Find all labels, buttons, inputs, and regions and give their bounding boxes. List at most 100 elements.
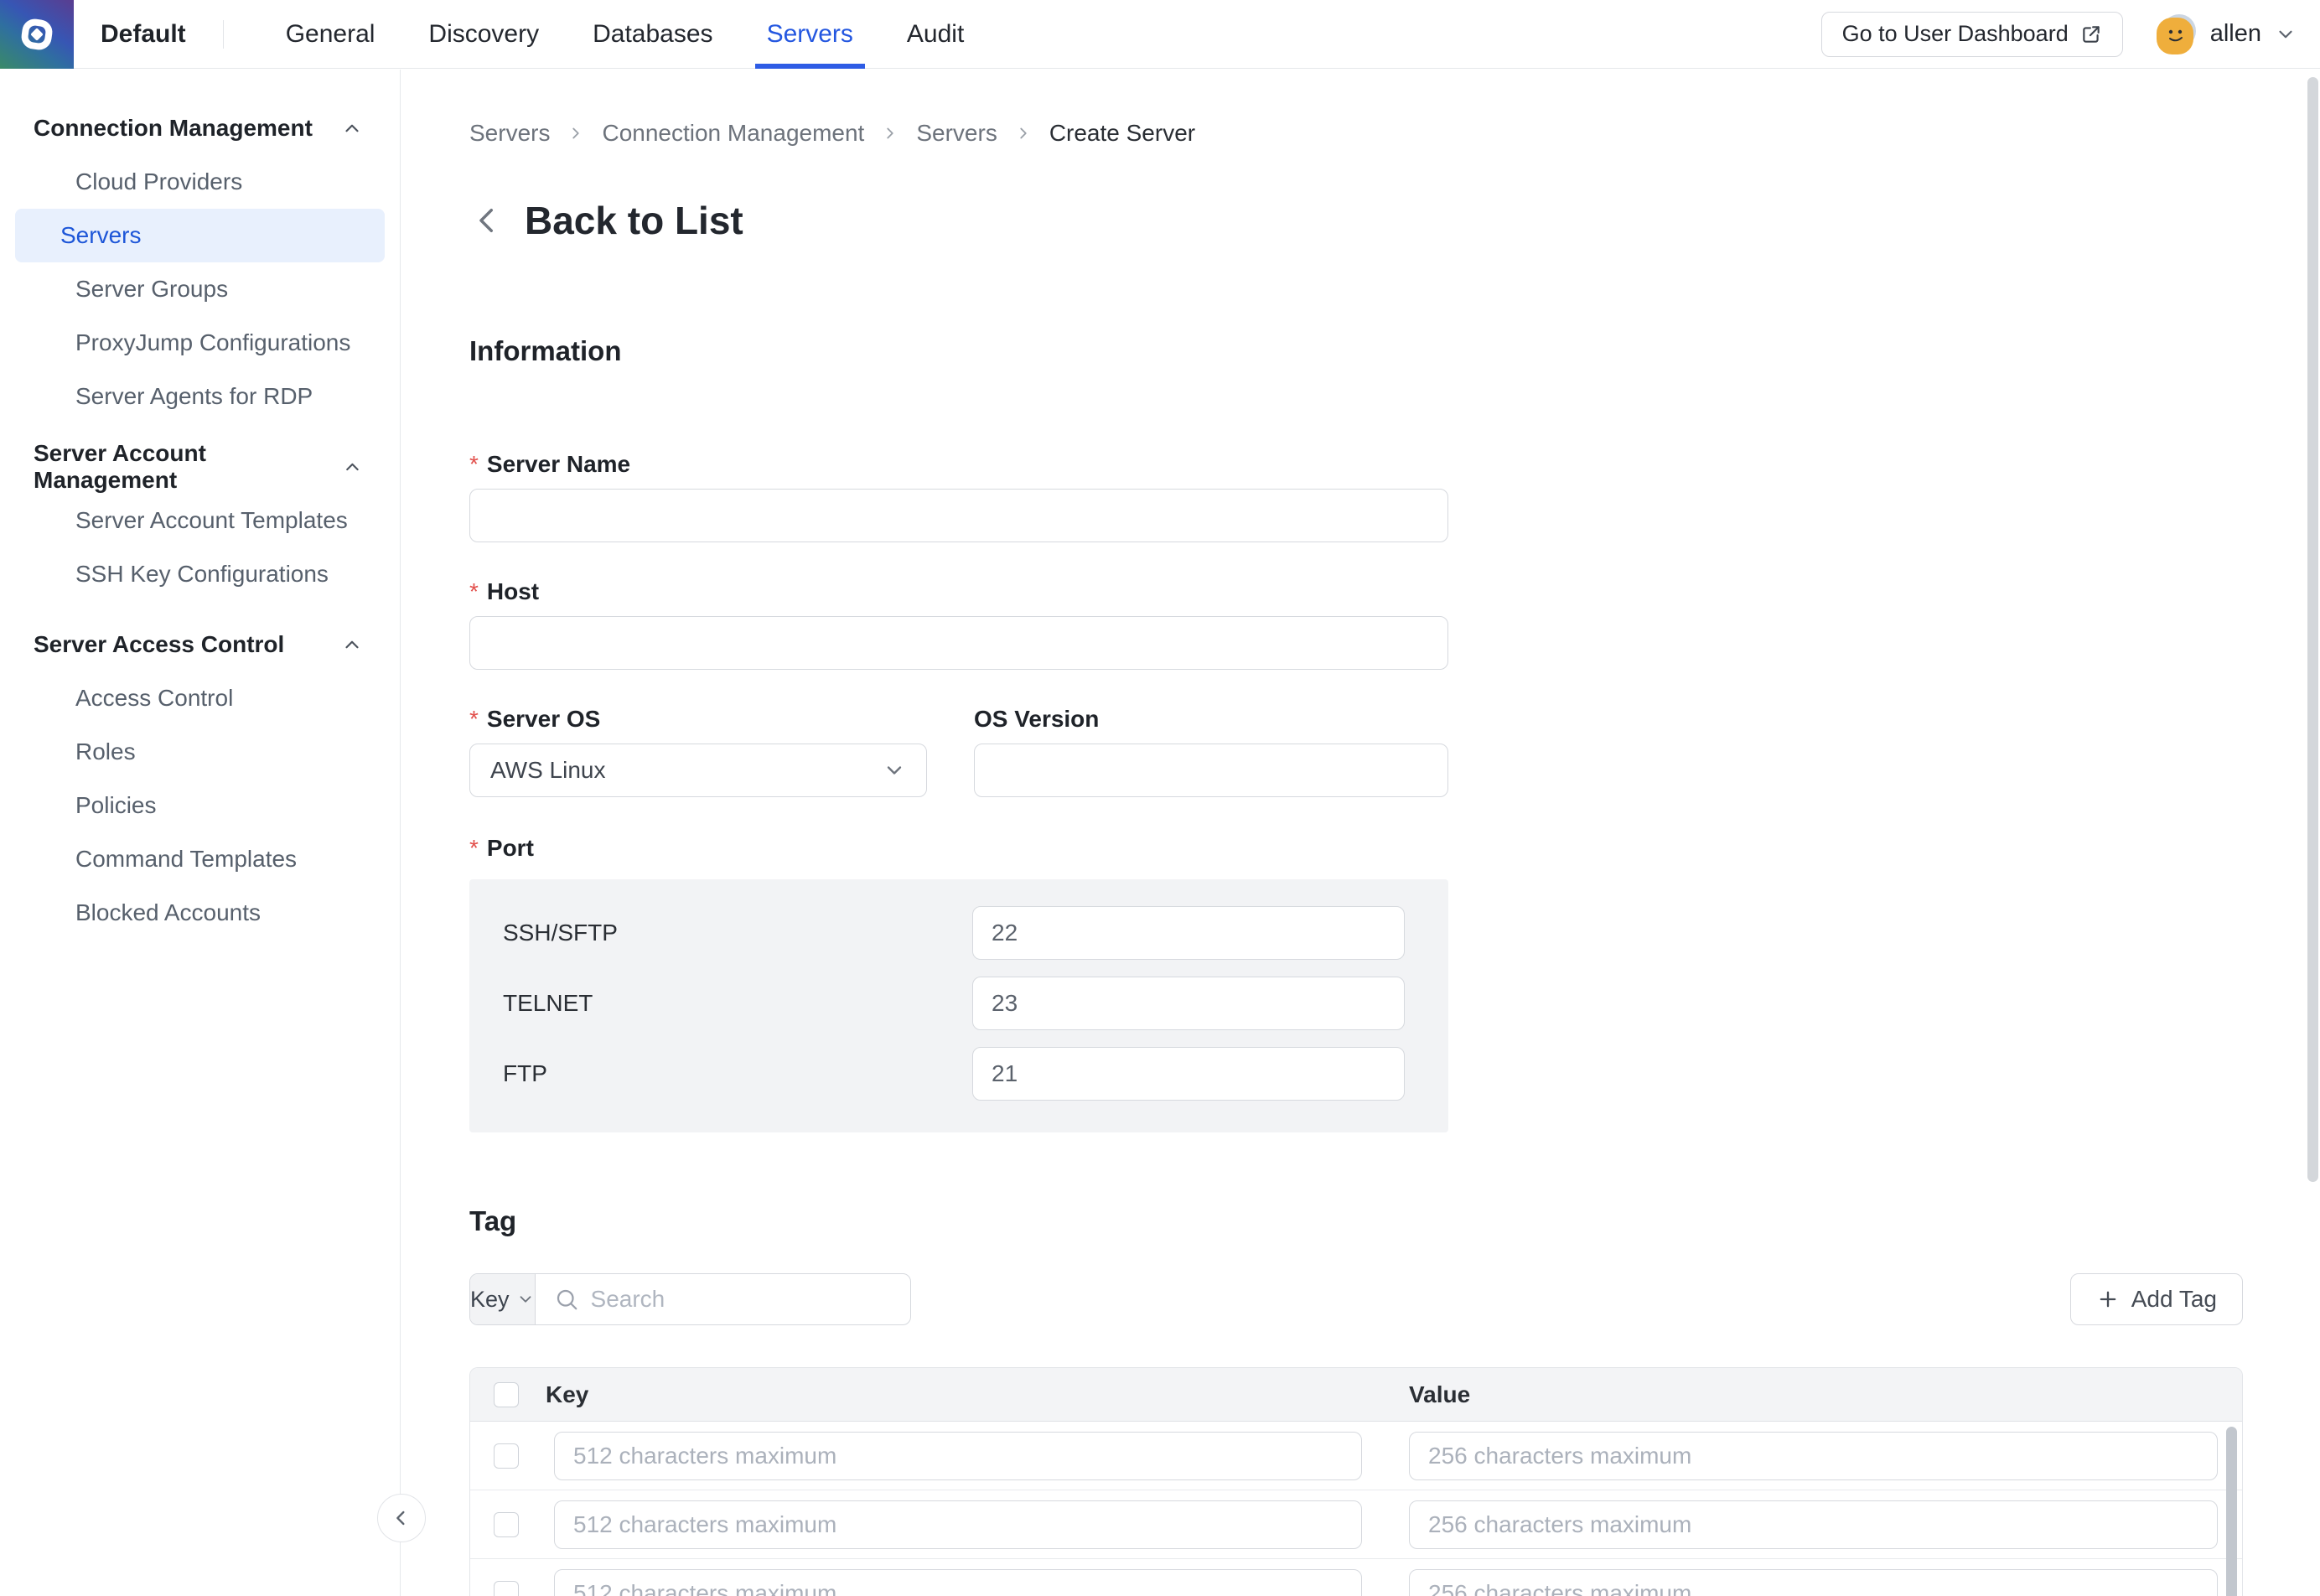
- required-marker: *: [469, 834, 479, 863]
- telnet-port-input[interactable]: [972, 977, 1405, 1030]
- sidebar-item-servers[interactable]: Servers: [15, 209, 385, 262]
- tag-value-input[interactable]: [1409, 1500, 2218, 1549]
- app-logo[interactable]: [0, 0, 74, 69]
- table-scrollbar[interactable]: [2226, 1427, 2237, 1596]
- sidebar-item-access-control[interactable]: Access Control: [15, 671, 385, 725]
- server-name-input[interactable]: [469, 489, 1448, 542]
- chevron-right-icon: [567, 124, 585, 142]
- sidebar-section-header-connection-management[interactable]: Connection Management: [0, 108, 400, 148]
- filter-field-dropdown[interactable]: Key: [470, 1274, 536, 1324]
- sidebar-collapse-button[interactable]: [377, 1494, 426, 1542]
- user-menu[interactable]: allen: [2157, 14, 2297, 54]
- ftp-port-input[interactable]: [972, 1047, 1405, 1101]
- tag-key-input[interactable]: [554, 1432, 1362, 1480]
- tab-servers[interactable]: Servers: [740, 0, 880, 69]
- os-row: * Server OS AWS Linux OS Version: [469, 705, 2243, 797]
- row-checkbox[interactable]: [494, 1443, 519, 1469]
- breadcrumb: Servers Connection Management Servers Cr…: [469, 120, 2243, 147]
- sidebar-item-ssh-key-configurations[interactable]: SSH Key Configurations: [15, 547, 385, 601]
- breadcrumb-create-server: Create Server: [1049, 120, 1195, 147]
- server-name-label: * Server Name: [469, 450, 2243, 479]
- port-row-ftp: FTP: [469, 1047, 1448, 1101]
- port-row-ssh-sftp: SSH/SFTP: [469, 906, 1448, 960]
- port-row-telnet: TELNET: [469, 977, 1448, 1030]
- plus-icon: [2096, 1288, 2120, 1311]
- os-version-input[interactable]: [974, 744, 1448, 797]
- go-to-user-dashboard-button[interactable]: Go to User Dashboard: [1821, 12, 2123, 57]
- tab-discovery[interactable]: Discovery: [401, 0, 566, 69]
- ftp-label: FTP: [469, 1060, 972, 1087]
- required-marker: *: [469, 578, 479, 606]
- chevron-down-icon: [516, 1290, 535, 1308]
- chevron-down-icon: [883, 759, 906, 782]
- row-checkbox[interactable]: [494, 1581, 519, 1596]
- tab-databases[interactable]: Databases: [566, 0, 739, 69]
- page-scrollbar[interactable]: [2307, 77, 2318, 1182]
- tag-toolbar: Key Add Tag: [469, 1273, 2243, 1325]
- sidebar-section-header-server-account-management[interactable]: Server Account Management: [0, 447, 400, 487]
- ssh-sftp-port-input[interactable]: [972, 906, 1405, 960]
- chevron-right-icon: [1014, 124, 1033, 142]
- breadcrumb-connection-management[interactable]: Connection Management: [602, 120, 864, 147]
- sidebar-section-header-server-access-control[interactable]: Server Access Control: [0, 624, 400, 665]
- page-title: Back to List: [525, 198, 743, 243]
- chevron-right-icon: [881, 124, 899, 142]
- add-tag-button[interactable]: Add Tag: [2070, 1273, 2243, 1325]
- tag-key-input[interactable]: [554, 1500, 1362, 1549]
- tab-audit[interactable]: Audit: [880, 0, 991, 69]
- top-header: Default General Discovery Databases Serv…: [0, 0, 2320, 69]
- sidebar-item-server-agents-for-rdp[interactable]: Server Agents for RDP: [15, 370, 385, 423]
- sidebar: Connection Management Cloud Providers Se…: [0, 70, 401, 1596]
- tag-section-title: Tag: [469, 1205, 2243, 1238]
- sidebar-item-roles[interactable]: Roles: [15, 725, 385, 779]
- key-column-header: Key: [546, 1381, 588, 1408]
- host-label: * Host: [469, 578, 2243, 606]
- tag-key-input[interactable]: [554, 1569, 1362, 1596]
- required-marker: *: [469, 450, 479, 479]
- dashboard-button-label: Go to User Dashboard: [1842, 21, 2069, 47]
- sidebar-section-connection-management: Connection Management Cloud Providers Se…: [0, 108, 400, 423]
- select-all-checkbox[interactable]: [494, 1382, 519, 1407]
- required-marker: *: [469, 705, 479, 733]
- tag-table: Key Value: [469, 1367, 2243, 1596]
- tag-search-input[interactable]: [591, 1286, 893, 1313]
- sidebar-section-server-account-management: Server Account Management Server Account…: [0, 447, 400, 601]
- sidebar-section-title: Server Account Management: [34, 440, 342, 494]
- tab-general[interactable]: General: [259, 0, 402, 69]
- ssh-sftp-label: SSH/SFTP: [469, 920, 972, 946]
- value-column-header: Value: [1409, 1381, 1470, 1408]
- avatar: [2157, 14, 2197, 54]
- breadcrumb-servers-2[interactable]: Servers: [916, 120, 997, 147]
- header-divider: [223, 20, 224, 49]
- chevron-left-icon[interactable]: [469, 203, 505, 238]
- sidebar-item-policies[interactable]: Policies: [15, 779, 385, 832]
- sidebar-item-cloud-providers[interactable]: Cloud Providers: [15, 155, 385, 209]
- filter-field-label: Key: [470, 1287, 510, 1313]
- logo-icon: [18, 15, 56, 54]
- sidebar-item-proxyjump-configurations[interactable]: ProxyJump Configurations: [15, 316, 385, 370]
- external-link-icon: [2080, 23, 2102, 45]
- add-tag-button-label: Add Tag: [2131, 1286, 2217, 1313]
- information-section-title: Information: [469, 333, 2243, 370]
- host-input[interactable]: [469, 616, 1448, 670]
- sidebar-item-blocked-accounts[interactable]: Blocked Accounts: [15, 886, 385, 940]
- breadcrumb-servers[interactable]: Servers: [469, 120, 550, 147]
- chevron-up-icon: [342, 456, 363, 478]
- telnet-label: TELNET: [469, 990, 972, 1017]
- tag-search-area: [536, 1274, 911, 1324]
- tag-filter-group: Key: [469, 1273, 911, 1325]
- tag-value-input[interactable]: [1409, 1569, 2218, 1596]
- back-to-list[interactable]: Back to List: [469, 195, 2243, 246]
- sidebar-section-title: Server Access Control: [34, 631, 284, 658]
- chevron-up-icon: [341, 117, 363, 139]
- server-os-select[interactable]: AWS Linux: [469, 744, 927, 797]
- tag-value-input[interactable]: [1409, 1432, 2218, 1480]
- sidebar-item-command-templates[interactable]: Command Templates: [15, 832, 385, 886]
- main-content: Servers Connection Management Servers Cr…: [401, 70, 2320, 1596]
- sidebar-section-title: Connection Management: [34, 115, 313, 142]
- port-panel: SSH/SFTP TELNET FTP: [469, 879, 1448, 1132]
- sidebar-item-server-groups[interactable]: Server Groups: [15, 262, 385, 316]
- port-label: * Port: [469, 834, 2243, 863]
- row-checkbox[interactable]: [494, 1512, 519, 1537]
- sidebar-item-server-account-templates[interactable]: Server Account Templates: [15, 494, 385, 547]
